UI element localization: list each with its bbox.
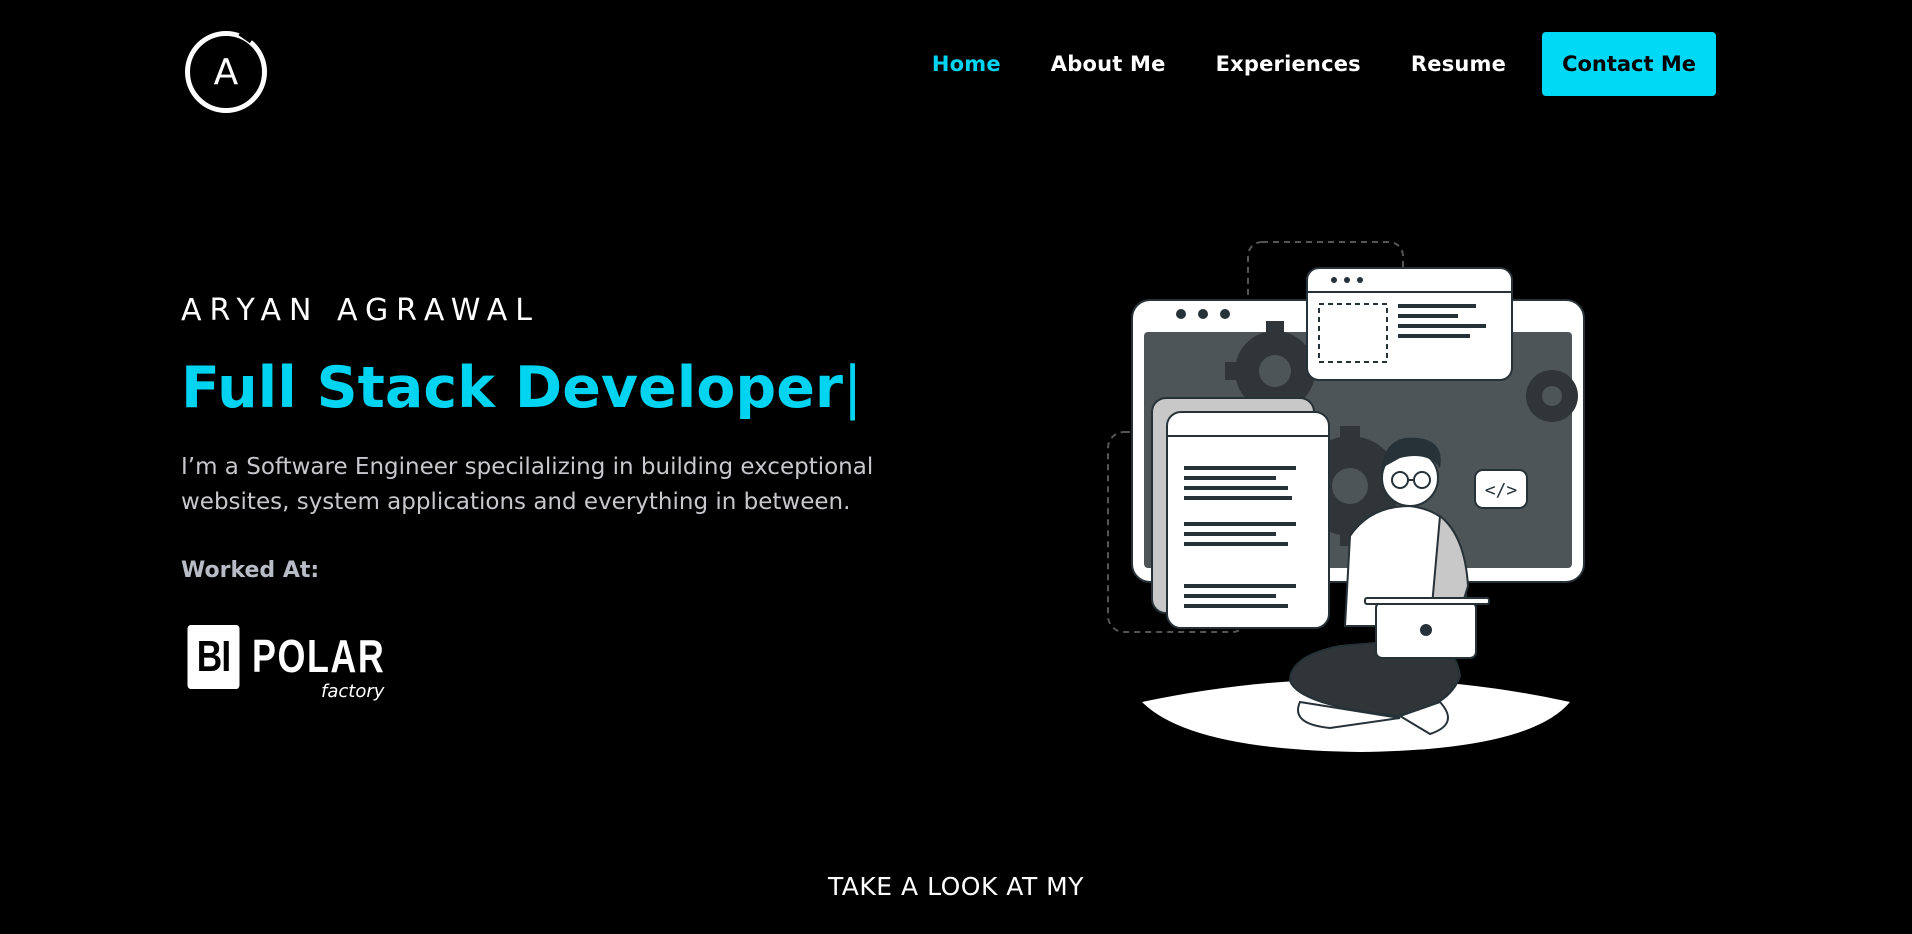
developer-illustration: </> — [1107, 241, 1585, 752]
worked-at-label: Worked At: — [181, 558, 320, 583]
code-tag-icon: </> — [1485, 480, 1518, 501]
company-logo-bipolar-factory[interactable]: BI POLAR factory — [181, 623, 385, 705]
browser-dot-icon — [1220, 309, 1230, 319]
gear-hole — [1542, 386, 1562, 406]
company-logo-name: POLAR — [252, 630, 386, 682]
nav-resume[interactable]: Resume — [1411, 52, 1506, 76]
contact-me-button[interactable]: Contact Me — [1542, 32, 1716, 96]
company-logo-mark: BI — [187, 625, 240, 689]
browser-dot-icon — [1198, 309, 1208, 319]
hero-description: I’m a Software Engineer specilalizing in… — [181, 454, 874, 515]
hero-name: ARYAN AGRAWAL — [181, 293, 540, 328]
page: A Home About Me Experiences Resume Conta… — [0, 0, 1912, 934]
hero-role-text: Full Stack Developer — [181, 355, 843, 421]
logo[interactable]: A — [185, 31, 267, 113]
browser-dot-icon — [1176, 309, 1186, 319]
company-logo-sub: factory — [321, 681, 385, 702]
hero-role: Full Stack Developer| — [181, 355, 862, 421]
gear-hole — [1332, 468, 1368, 504]
nav-about-me[interactable]: About Me — [1051, 52, 1166, 76]
typing-cursor: | — [842, 355, 863, 421]
take-a-look-heading: TAKE A LOOK AT MY — [827, 872, 1085, 901]
gear-hole — [1259, 355, 1291, 387]
main-nav: Home About Me Experiences Resume Contact… — [882, 32, 1716, 96]
nav-experiences[interactable]: Experiences — [1216, 52, 1361, 76]
nav-home[interactable]: Home — [932, 52, 1001, 76]
